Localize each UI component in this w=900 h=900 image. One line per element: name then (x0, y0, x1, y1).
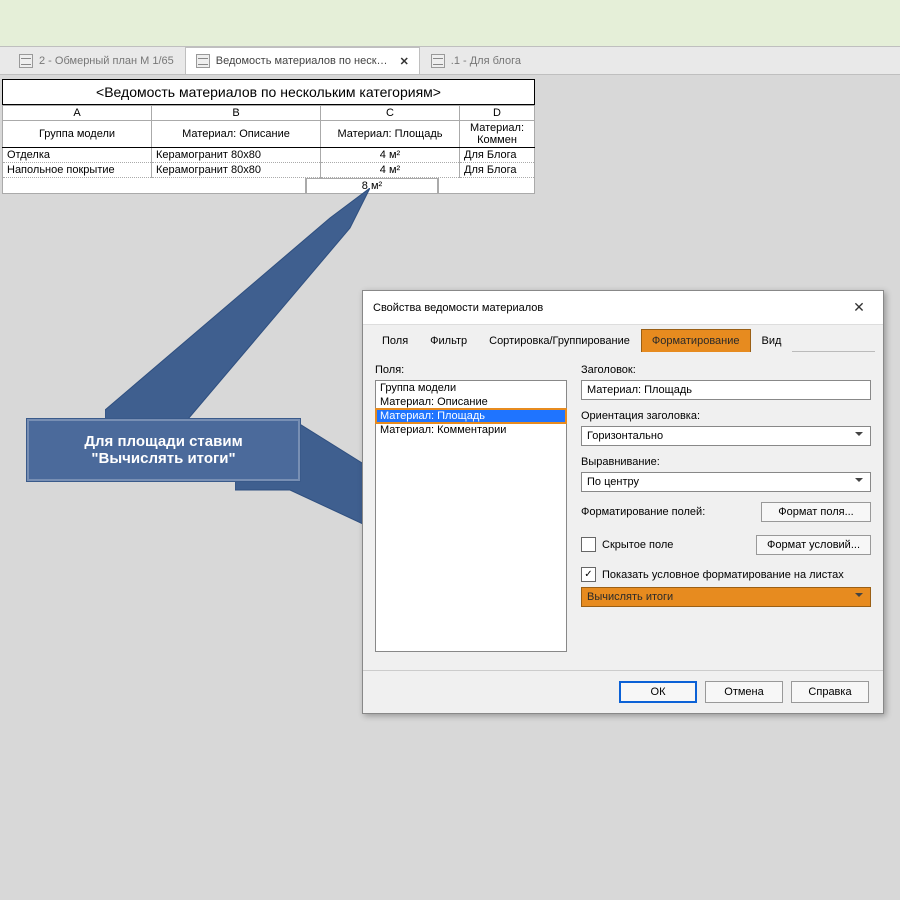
tab-filter[interactable]: Фильтр (419, 329, 478, 352)
tab-sort[interactable]: Сортировка/Группирование (478, 329, 641, 352)
field-format-button[interactable]: Формат поля... (761, 502, 871, 522)
format-label: Форматирование полей: (581, 506, 705, 518)
cancel-button[interactable]: Отмена (705, 681, 783, 703)
list-item[interactable]: Материал: Комментарии (376, 423, 566, 437)
schedule-icon (196, 54, 210, 68)
tab-formatting[interactable]: Форматирование (641, 329, 751, 352)
list-item[interactable]: Материал: Описание (376, 395, 566, 409)
tab-view[interactable]: Вид (751, 329, 793, 352)
document-tabs: 2 - Обмерный план М 1/65 Ведомость матер… (0, 47, 900, 75)
table-row[interactable]: Напольное покрытиеКерамогранит 80х804 м²… (3, 163, 535, 178)
schedule-view: <Ведомость материалов по нескольким кате… (2, 79, 535, 194)
alignment-label: Выравнивание: (581, 456, 871, 468)
list-item[interactable]: Группа модели (376, 381, 566, 395)
orientation-select[interactable]: Горизонтально (581, 426, 871, 446)
tab-fields[interactable]: Поля (371, 329, 419, 352)
tab-blog[interactable]: .1 - Для блога (420, 47, 532, 74)
col-header[interactable]: Группа модели (3, 121, 152, 148)
schedule-table: A B C D Группа модели Материал: Описание… (2, 105, 535, 178)
list-item[interactable]: Материал: Площадь (376, 409, 566, 423)
sheet-icon (431, 54, 445, 68)
tab-schedule[interactable]: Ведомость материалов по неск… ✕ (185, 47, 420, 74)
heading-label: Заголовок: (581, 364, 871, 376)
table-row[interactable]: ОтделкаКерамогранит 80х804 м²Для Блога (3, 148, 535, 163)
schedule-title: <Ведомость материалов по нескольким кате… (2, 79, 535, 105)
col-letter[interactable]: D (460, 106, 535, 121)
dialog-tabs: Поля Фильтр Сортировка/Группирование Фор… (363, 325, 883, 351)
totals-select[interactable]: Вычислять итоги (581, 587, 871, 607)
schedule-properties-dialog: Свойства ведомости материалов ✕ Поля Фил… (362, 290, 884, 714)
hidden-checkbox[interactable] (581, 537, 596, 552)
sheet-icon (19, 54, 33, 68)
ok-button[interactable]: ОК (619, 681, 697, 703)
help-button[interactable]: Справка (791, 681, 869, 703)
orientation-label: Ориентация заголовка: (581, 410, 871, 422)
close-button[interactable]: ✕ (845, 299, 873, 316)
fields-label: Поля: (375, 364, 567, 376)
col-header[interactable]: Материал: Площадь (321, 121, 460, 148)
tab-floor-plan[interactable]: 2 - Обмерный план М 1/65 (8, 47, 185, 74)
col-letter[interactable]: B (152, 106, 321, 121)
conditional-format-button[interactable]: Формат условий... (756, 535, 871, 555)
annotation-callout: Для площади ставим "Вычислять итоги" (26, 418, 301, 482)
dialog-title: Свойства ведомости материалов (373, 302, 543, 314)
col-header[interactable]: Материал: Описание (152, 121, 321, 148)
heading-input[interactable] (581, 380, 871, 400)
fields-listbox[interactable]: Группа модели Материал: Описание Материа… (375, 380, 567, 652)
show-conditional-checkbox[interactable]: ✓ (581, 567, 596, 582)
col-header[interactable]: Материал: Коммен (460, 121, 535, 148)
alignment-select[interactable]: По центру (581, 472, 871, 492)
col-letter[interactable]: A (3, 106, 152, 121)
col-letter[interactable]: C (321, 106, 460, 121)
close-icon[interactable]: ✕ (400, 55, 409, 68)
